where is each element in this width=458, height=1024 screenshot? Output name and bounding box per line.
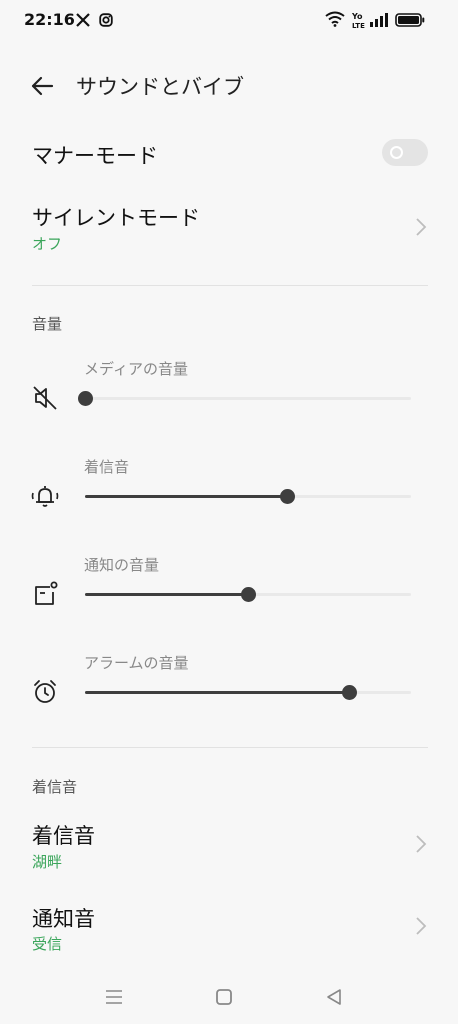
- slider-fill: [85, 593, 248, 596]
- notification-volume-slider[interactable]: [85, 587, 411, 602]
- ringtone-volume-slider[interactable]: [85, 489, 411, 504]
- notification-volume-label: 通知の音量: [84, 556, 160, 574]
- chevron-right-icon: [414, 834, 428, 854]
- slider-thumb[interactable]: [78, 391, 93, 406]
- toggle-knob: [390, 146, 403, 159]
- battery-icon: [395, 12, 425, 31]
- divider: [32, 285, 428, 286]
- ringtone-label: 着信音: [32, 824, 95, 848]
- instagram-icon: [99, 12, 113, 31]
- chevron-right-icon: [414, 217, 428, 237]
- volume-section-title: 音量: [32, 315, 63, 333]
- status-time: 22:16: [24, 10, 75, 29]
- manner-mode-label: マナーモード: [32, 144, 158, 168]
- status-bar: 22:16 Yo LTE: [0, 0, 458, 40]
- page-title: サウンドとバイブ: [76, 75, 244, 99]
- ringtone-value: 湖畔: [32, 853, 63, 871]
- x-app-icon: [76, 12, 90, 31]
- notification-sound-label: 通知音: [32, 907, 95, 931]
- svg-text:LTE: LTE: [352, 22, 365, 29]
- ringtone-section-title: 着信音: [32, 778, 78, 796]
- signal-icon: [369, 12, 389, 31]
- slider-thumb[interactable]: [241, 587, 256, 602]
- slider-fill: [85, 495, 288, 498]
- chevron-right-icon: [414, 916, 428, 936]
- slider-thumb[interactable]: [280, 489, 296, 504]
- back-arrow-icon[interactable]: [28, 72, 56, 100]
- notification-icon: [30, 579, 60, 609]
- media-volume-slider[interactable]: [78, 391, 411, 406]
- wifi-icon: [325, 11, 345, 31]
- divider: [32, 747, 428, 748]
- alarm-volume-label: アラームの音量: [84, 654, 189, 672]
- back-triangle-icon[interactable]: [322, 985, 346, 1009]
- ringtone-volume-label: 着信音: [84, 458, 130, 476]
- notification-sound-value: 受信: [32, 935, 63, 953]
- manner-mode-toggle[interactable]: [382, 139, 428, 166]
- navigation-bar: [0, 975, 458, 1020]
- media-volume-label: メディアの音量: [84, 360, 188, 378]
- alarm-volume-slider[interactable]: [85, 685, 411, 700]
- silent-mode-value: オフ: [32, 235, 63, 253]
- home-icon[interactable]: [212, 985, 236, 1009]
- media-muted-icon: [30, 383, 60, 413]
- alarm-clock-icon: [30, 677, 60, 707]
- slider-fill: [85, 691, 350, 694]
- slider-thumb[interactable]: [342, 685, 358, 700]
- svg-text:Yo: Yo: [352, 12, 363, 21]
- volte-icon: Yo LTE: [351, 11, 366, 33]
- menu-icon[interactable]: [102, 985, 126, 1009]
- silent-mode-label: サイレントモード: [32, 206, 200, 230]
- ringing-bell-icon: [30, 481, 60, 511]
